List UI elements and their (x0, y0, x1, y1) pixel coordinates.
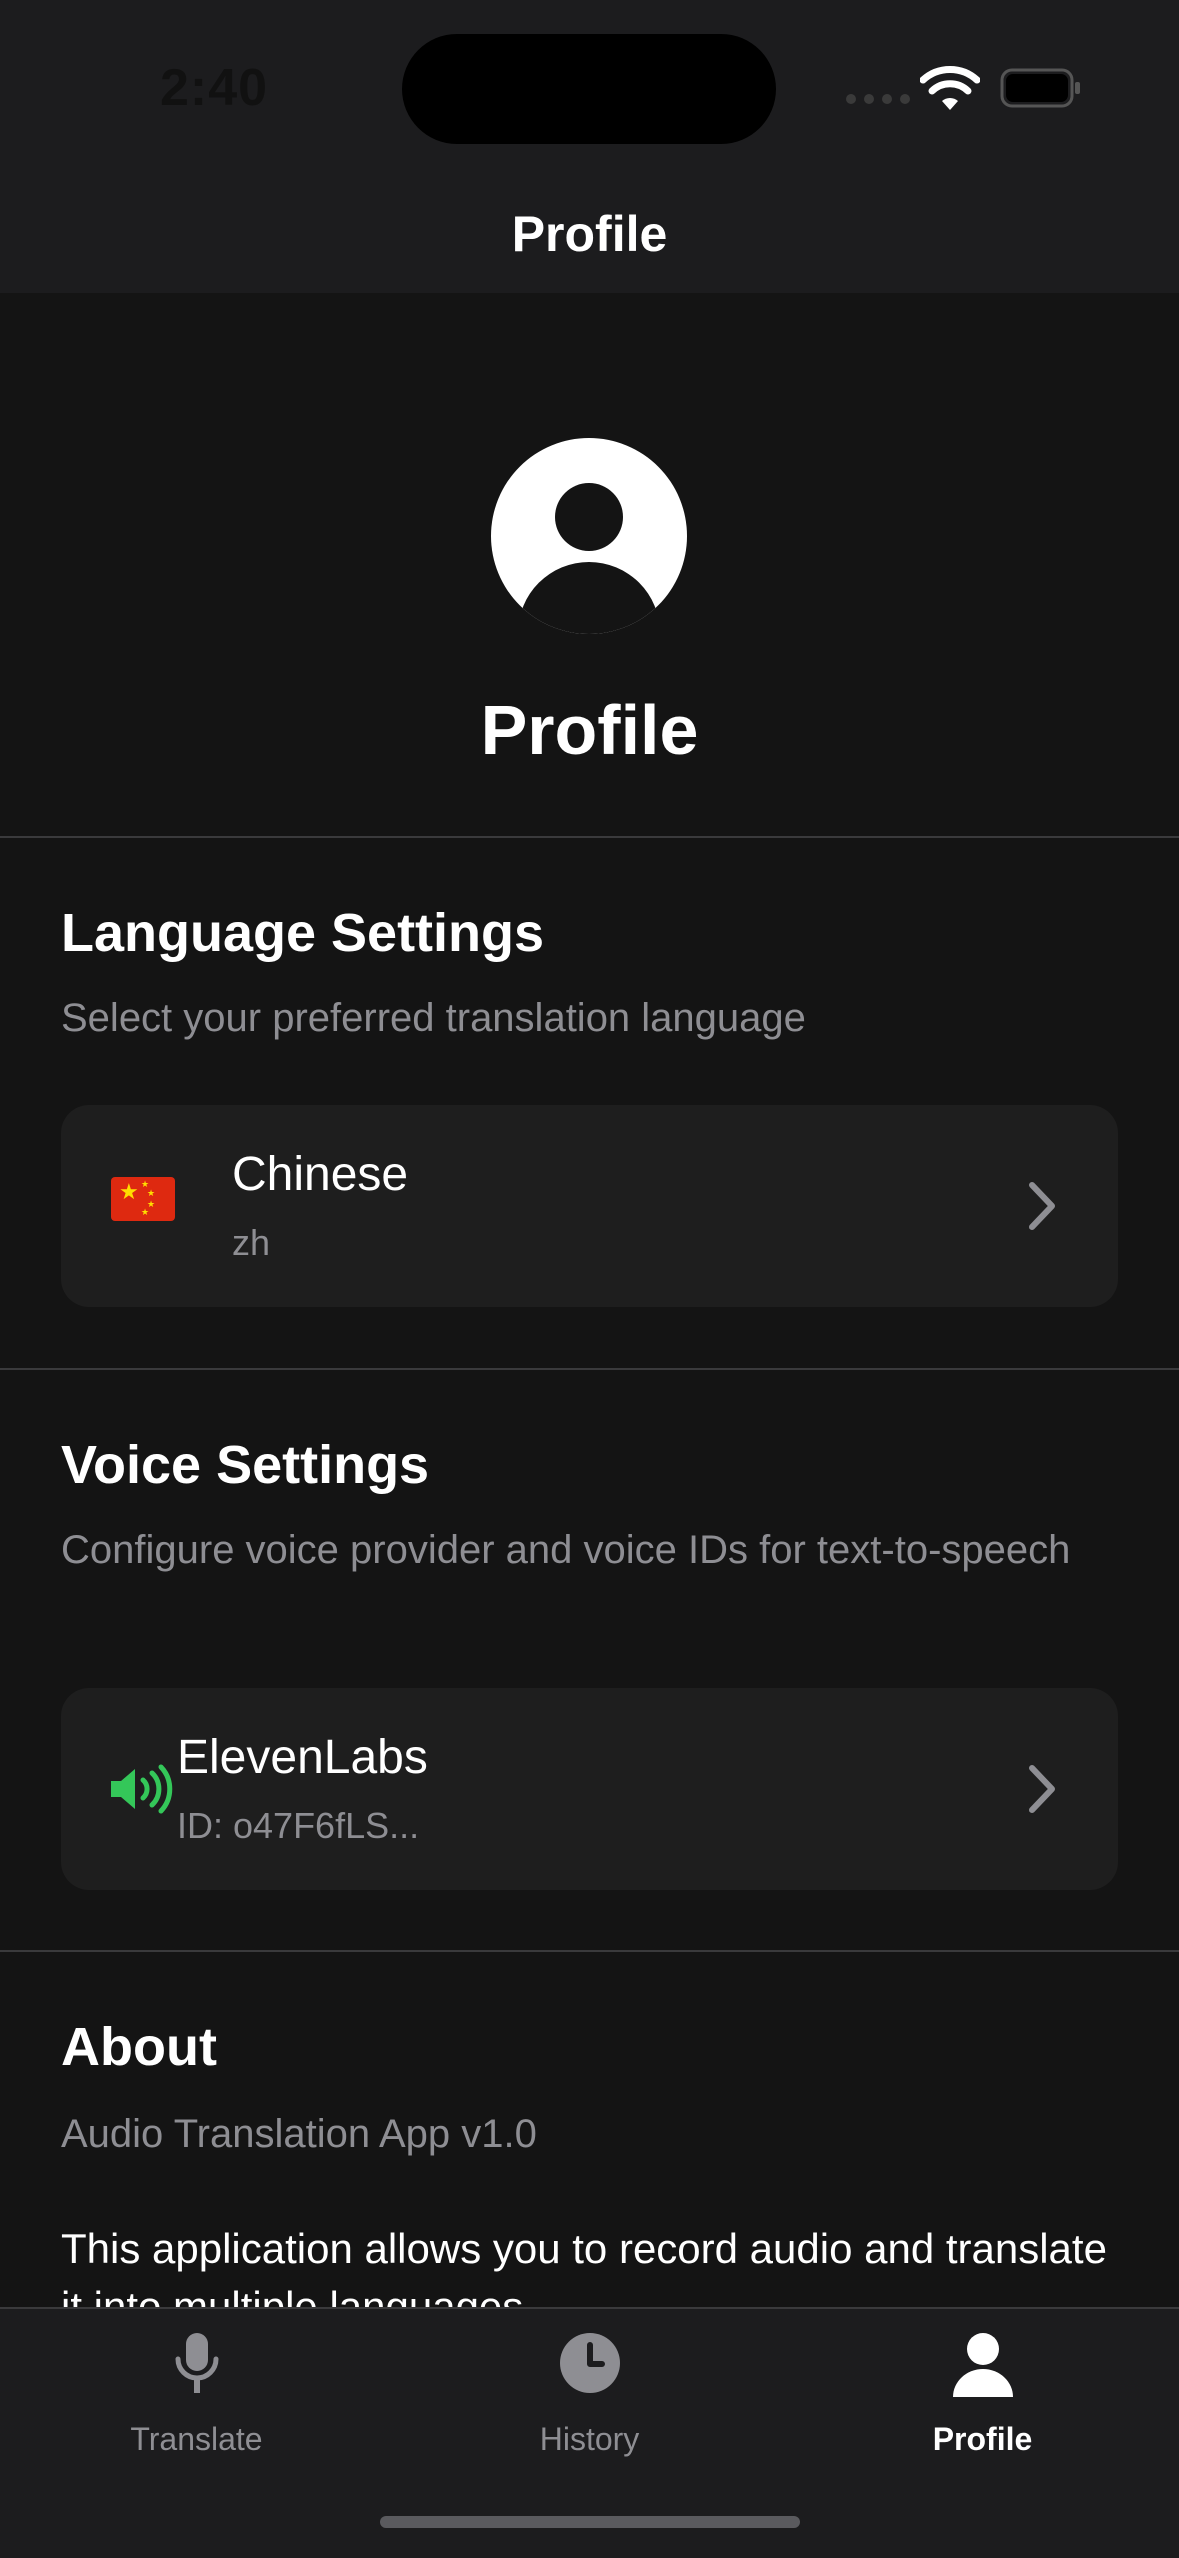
about-title: About (61, 2017, 217, 2077)
chevron-right-icon (1029, 1765, 1055, 1813)
china-flag-icon: ★ ★ ★ ★ ★ (111, 1177, 175, 1221)
language-select-card[interactable]: ★ ★ ★ ★ ★ Chinese zh (61, 1105, 1118, 1307)
tab-history[interactable]: History (393, 2309, 786, 2489)
voice-provider-card[interactable]: ElevenLabs ID: o47F6fLS... (61, 1688, 1118, 1890)
language-code: zh (232, 1222, 271, 1263)
tab-label: Profile (932, 2421, 1033, 2457)
status-bar: 2:40 (0, 0, 1179, 175)
clock-icon (559, 2333, 620, 2393)
voice-id: ID: o47F6fLS... (177, 1805, 420, 1846)
chevron-right-icon (1029, 1182, 1055, 1230)
cellular-signal-icon (846, 94, 910, 104)
divider (0, 1368, 1179, 1370)
profile-name: Profile (480, 691, 699, 769)
language-name: Chinese (232, 1148, 409, 1201)
tab-profile[interactable]: Profile (786, 2309, 1179, 2489)
tab-label: Translate (130, 2421, 263, 2457)
app-version: Audio Translation App v1.0 (61, 2112, 537, 2156)
avatar-icon (491, 438, 687, 634)
voice-settings-title: Voice Settings (61, 1435, 430, 1495)
microphone-icon (175, 2333, 218, 2393)
dynamic-island (402, 34, 776, 144)
navigation-header: Profile (0, 175, 1179, 293)
wifi-icon (920, 66, 980, 110)
language-settings-subtitle: Select your preferred translation langua… (61, 996, 806, 1040)
voice-settings-subtitle: Configure voice provider and voice IDs f… (61, 1528, 1071, 1572)
tab-label: History (539, 2421, 640, 2457)
divider (0, 836, 1179, 838)
voice-provider-name: ElevenLabs (177, 1731, 428, 1784)
tab-translate[interactable]: Translate (0, 2309, 393, 2489)
speaker-icon (111, 1764, 173, 1814)
person-icon (952, 2333, 1013, 2397)
home-indicator (380, 2516, 800, 2528)
battery-icon (1000, 68, 1080, 108)
divider (0, 1950, 1179, 1952)
language-settings-title: Language Settings (61, 903, 545, 963)
nav-title: Profile (511, 206, 668, 262)
status-time: 2:40 (160, 59, 269, 117)
